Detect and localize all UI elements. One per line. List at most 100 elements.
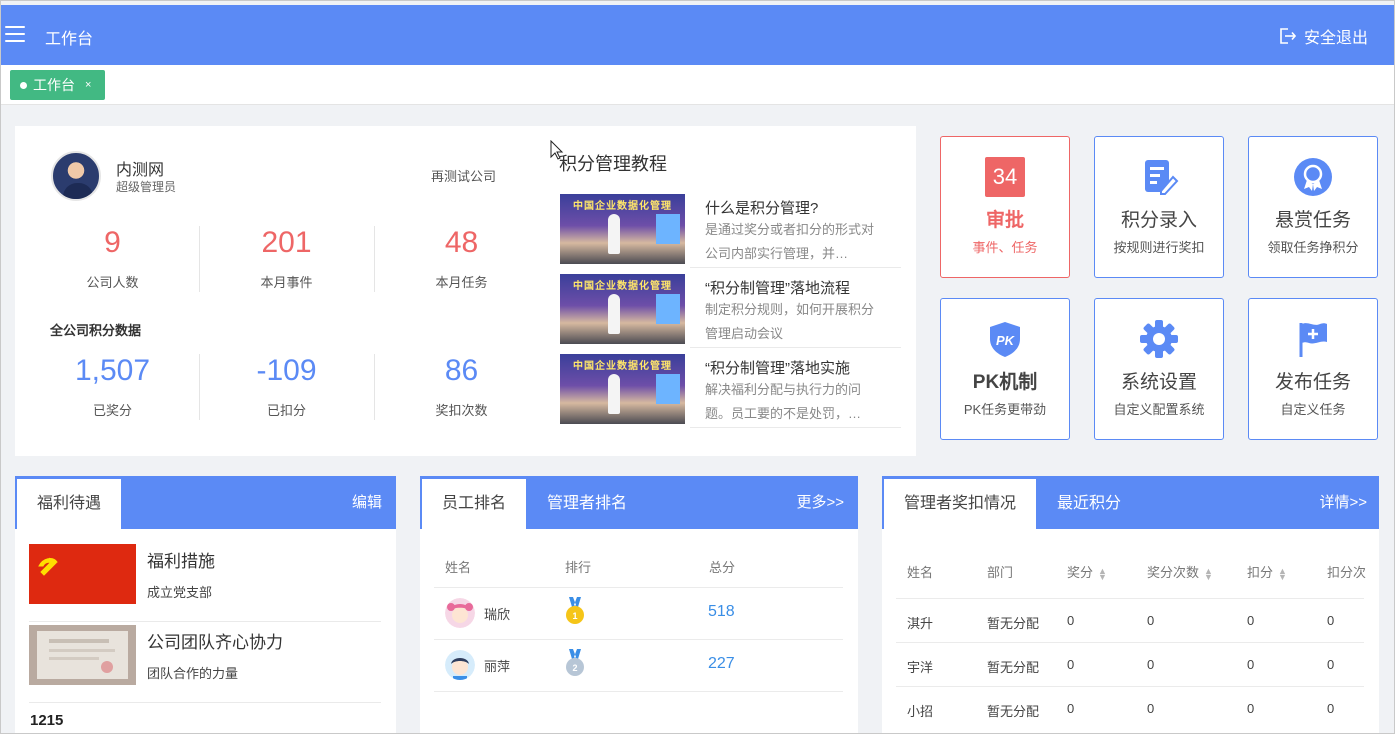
table-cell: 淇升: [907, 616, 934, 631]
tab-manager-rewards[interactable]: 管理者奖扣情况: [884, 479, 1037, 529]
video-thumbnail[interactable]: 中国企业数据化管理: [560, 274, 685, 344]
table-cell: 0: [1067, 613, 1075, 628]
sort-icon[interactable]: ▲ ▼: [1204, 566, 1213, 581]
employee-score: 518: [708, 603, 735, 620]
user-role: 超级管理员: [116, 180, 177, 194]
welfare-sub: 成立党支部: [147, 585, 213, 600]
header-title: 工作台: [45, 31, 94, 48]
table-cell: 0: [1327, 701, 1335, 716]
tile-pk[interactable]: PK PK机制 PK任务更带劲: [940, 298, 1070, 440]
svg-text:2: 2: [572, 663, 577, 673]
flag-icon: [1299, 323, 1327, 357]
tutorial-item-desc: 解决福利分配与执行力的问题。员工要的不是处罚，…: [705, 382, 862, 421]
app-frame: 工作台 安全退出 工作台 × 内测网 超级管理员 再测试公司 9 公司人数 20…: [0, 0, 1395, 734]
logout-label: 安全退出: [1303, 30, 1368, 47]
column-header: 总分: [709, 560, 736, 575]
stat-value: -109: [256, 354, 317, 387]
tab-welfare[interactable]: 福利待遇: [17, 479, 122, 529]
stat-month-events: 201 本月事件: [199, 226, 374, 291]
table-cell: 0: [1067, 701, 1075, 716]
tutorial-item[interactable]: 中国企业数据化管理 “积分制管理”落地实施 解决福利分配与执行力的问题。员工要的…: [559, 354, 901, 432]
column-header: 部门: [987, 565, 1014, 580]
employee-score: 227: [708, 655, 735, 672]
video-thumbnail[interactable]: 中国企业数据化管理: [560, 354, 685, 424]
sort-icon[interactable]: ▲ ▼: [1278, 566, 1287, 581]
stat-value: 201: [261, 226, 312, 259]
tab-recent-points[interactable]: 最近积分: [1057, 479, 1121, 529]
tile-title: PK机制: [972, 372, 1038, 393]
company-name: 再测试公司: [431, 169, 497, 184]
more-link[interactable]: 更多>>: [796, 479, 844, 527]
welfare-item[interactable]: 公司团队齐心协力 团队合作的力量: [29, 625, 381, 703]
active-dot-icon: [20, 81, 27, 89]
sort-icon[interactable]: ▲ ▼: [1098, 566, 1107, 581]
column-header: 扣分次: [1327, 565, 1367, 580]
welfare-title: 公司团队齐心协力: [147, 633, 283, 652]
edit-link[interactable]: 编辑: [352, 479, 382, 527]
tile-title: 系统设置: [1120, 372, 1197, 393]
silver-medal-icon: 2: [566, 649, 584, 676]
sortable-column-header[interactable]: 奖分次数 ▲ ▼: [1147, 562, 1213, 581]
table-cell: 暂无分配: [987, 660, 1040, 675]
table-cell: 0: [1147, 657, 1155, 672]
party-flag-image: [29, 544, 136, 604]
welfare-item[interactable]: 福利措施 成立党支部: [29, 544, 381, 622]
tutorial-item-title[interactable]: “积分制管理”落地流程: [705, 277, 850, 298]
table-cell: 0: [1067, 657, 1075, 672]
stat-label: 公司人数: [86, 275, 139, 290]
tab-manager-ranking[interactable]: 管理者排名: [547, 479, 627, 529]
tile-subtitle: 领取任务挣积分: [1267, 240, 1359, 255]
logout-button[interactable]: 安全退出: [1278, 24, 1368, 48]
tile-points-entry[interactable]: 积分录入 按规则进行奖扣: [1094, 136, 1224, 278]
close-icon[interactable]: ×: [85, 79, 91, 91]
tile-system-settings[interactable]: 系统设置 自定义配置系统: [1094, 298, 1224, 440]
tutorial-item-title[interactable]: “积分制管理”落地实施: [705, 357, 850, 378]
table-cell: 0: [1247, 657, 1255, 672]
tile-title: 审批: [985, 210, 1024, 231]
stat-label: 本月任务: [435, 275, 488, 290]
menu-icon[interactable]: [5, 26, 25, 42]
stat-label: 本月事件: [260, 275, 313, 290]
tile-subtitle: 事件、任务: [972, 240, 1038, 255]
tutorial-item[interactable]: 中国企业数据化管理 什么是积分管理? 是通过奖分或者扣分的形式对公司内部实行管理…: [559, 194, 901, 272]
manager-panel: 管理者奖扣情况 最近积分 详情>> 姓名 部门 奖分 ▲ ▼ 奖分次数 ▲ ▼ 扣分 ▲ ▼…: [882, 476, 1379, 733]
stat-value: 48: [444, 226, 479, 259]
tab-workbench[interactable]: 工作台 ×: [10, 70, 106, 100]
video-thumbnail[interactable]: 中国企业数据化管理: [560, 194, 685, 264]
tab-label: 工作台: [33, 77, 75, 93]
tutorial-item-title[interactable]: 什么是积分管理?: [705, 197, 818, 218]
svg-text:1: 1: [572, 611, 577, 621]
employee-name: 瑞欣: [484, 607, 511, 622]
column-header: 姓名: [907, 565, 934, 580]
gold-medal-icon: 1: [566, 597, 584, 624]
thumbnail-caption: 中国企业数据化管理: [573, 281, 672, 292]
tile-reward-task[interactable]: 悬赏任务 领取任务挣积分: [1248, 136, 1378, 278]
profile-card: 内测网 超级管理员 再测试公司 9 公司人数 201 本月事件 48 本月任务 …: [15, 126, 916, 456]
tile-approval[interactable]: 34 审批 事件、任务: [940, 136, 1070, 278]
table-cell: 暂无分配: [987, 616, 1040, 631]
tile-subtitle: 按规则进行奖扣: [1113, 240, 1205, 255]
tile-subtitle: PK任务更带劲: [963, 402, 1047, 417]
stat-label: 已奖分: [92, 403, 132, 418]
stat-label: 已扣分: [266, 403, 306, 418]
welfare-sub: 团队合作的力量: [147, 666, 239, 681]
welfare-panel: 福利待遇 编辑 福利措施 成立党支部 公司团队齐心协力 团队合作的力量 1215: [15, 476, 396, 733]
stat-reward-count: 86 奖扣次数: [374, 354, 549, 419]
column-header-label: 扣分: [1247, 565, 1274, 580]
tutorial-title: 积分管理教程: [559, 154, 667, 174]
table-cell: 暂无分配: [987, 704, 1040, 719]
tab-employee-ranking[interactable]: 员工排名: [422, 479, 527, 529]
tile-publish-task[interactable]: 发布任务 自定义任务: [1248, 298, 1378, 440]
welfare-title: 福利措施: [147, 552, 215, 571]
sortable-column-header[interactable]: 奖分 ▲ ▼: [1067, 562, 1107, 581]
detail-link[interactable]: 详情>>: [1319, 479, 1367, 527]
mouse-cursor-icon: [550, 140, 564, 160]
stat-value: 86: [444, 354, 479, 387]
table-cell: 0: [1147, 701, 1155, 716]
sortable-column-header[interactable]: 扣分 ▲ ▼: [1247, 562, 1287, 581]
edit-doc-icon: [1145, 160, 1179, 195]
column-header-label: 奖分: [1067, 565, 1094, 580]
table-cell: 0: [1147, 613, 1155, 628]
tutorial-item[interactable]: 中国企业数据化管理 “积分制管理”落地流程 制定积分规则，如何开展积分管理启动会…: [559, 274, 901, 352]
tab-strip: 工作台 ×: [1, 65, 1394, 105]
